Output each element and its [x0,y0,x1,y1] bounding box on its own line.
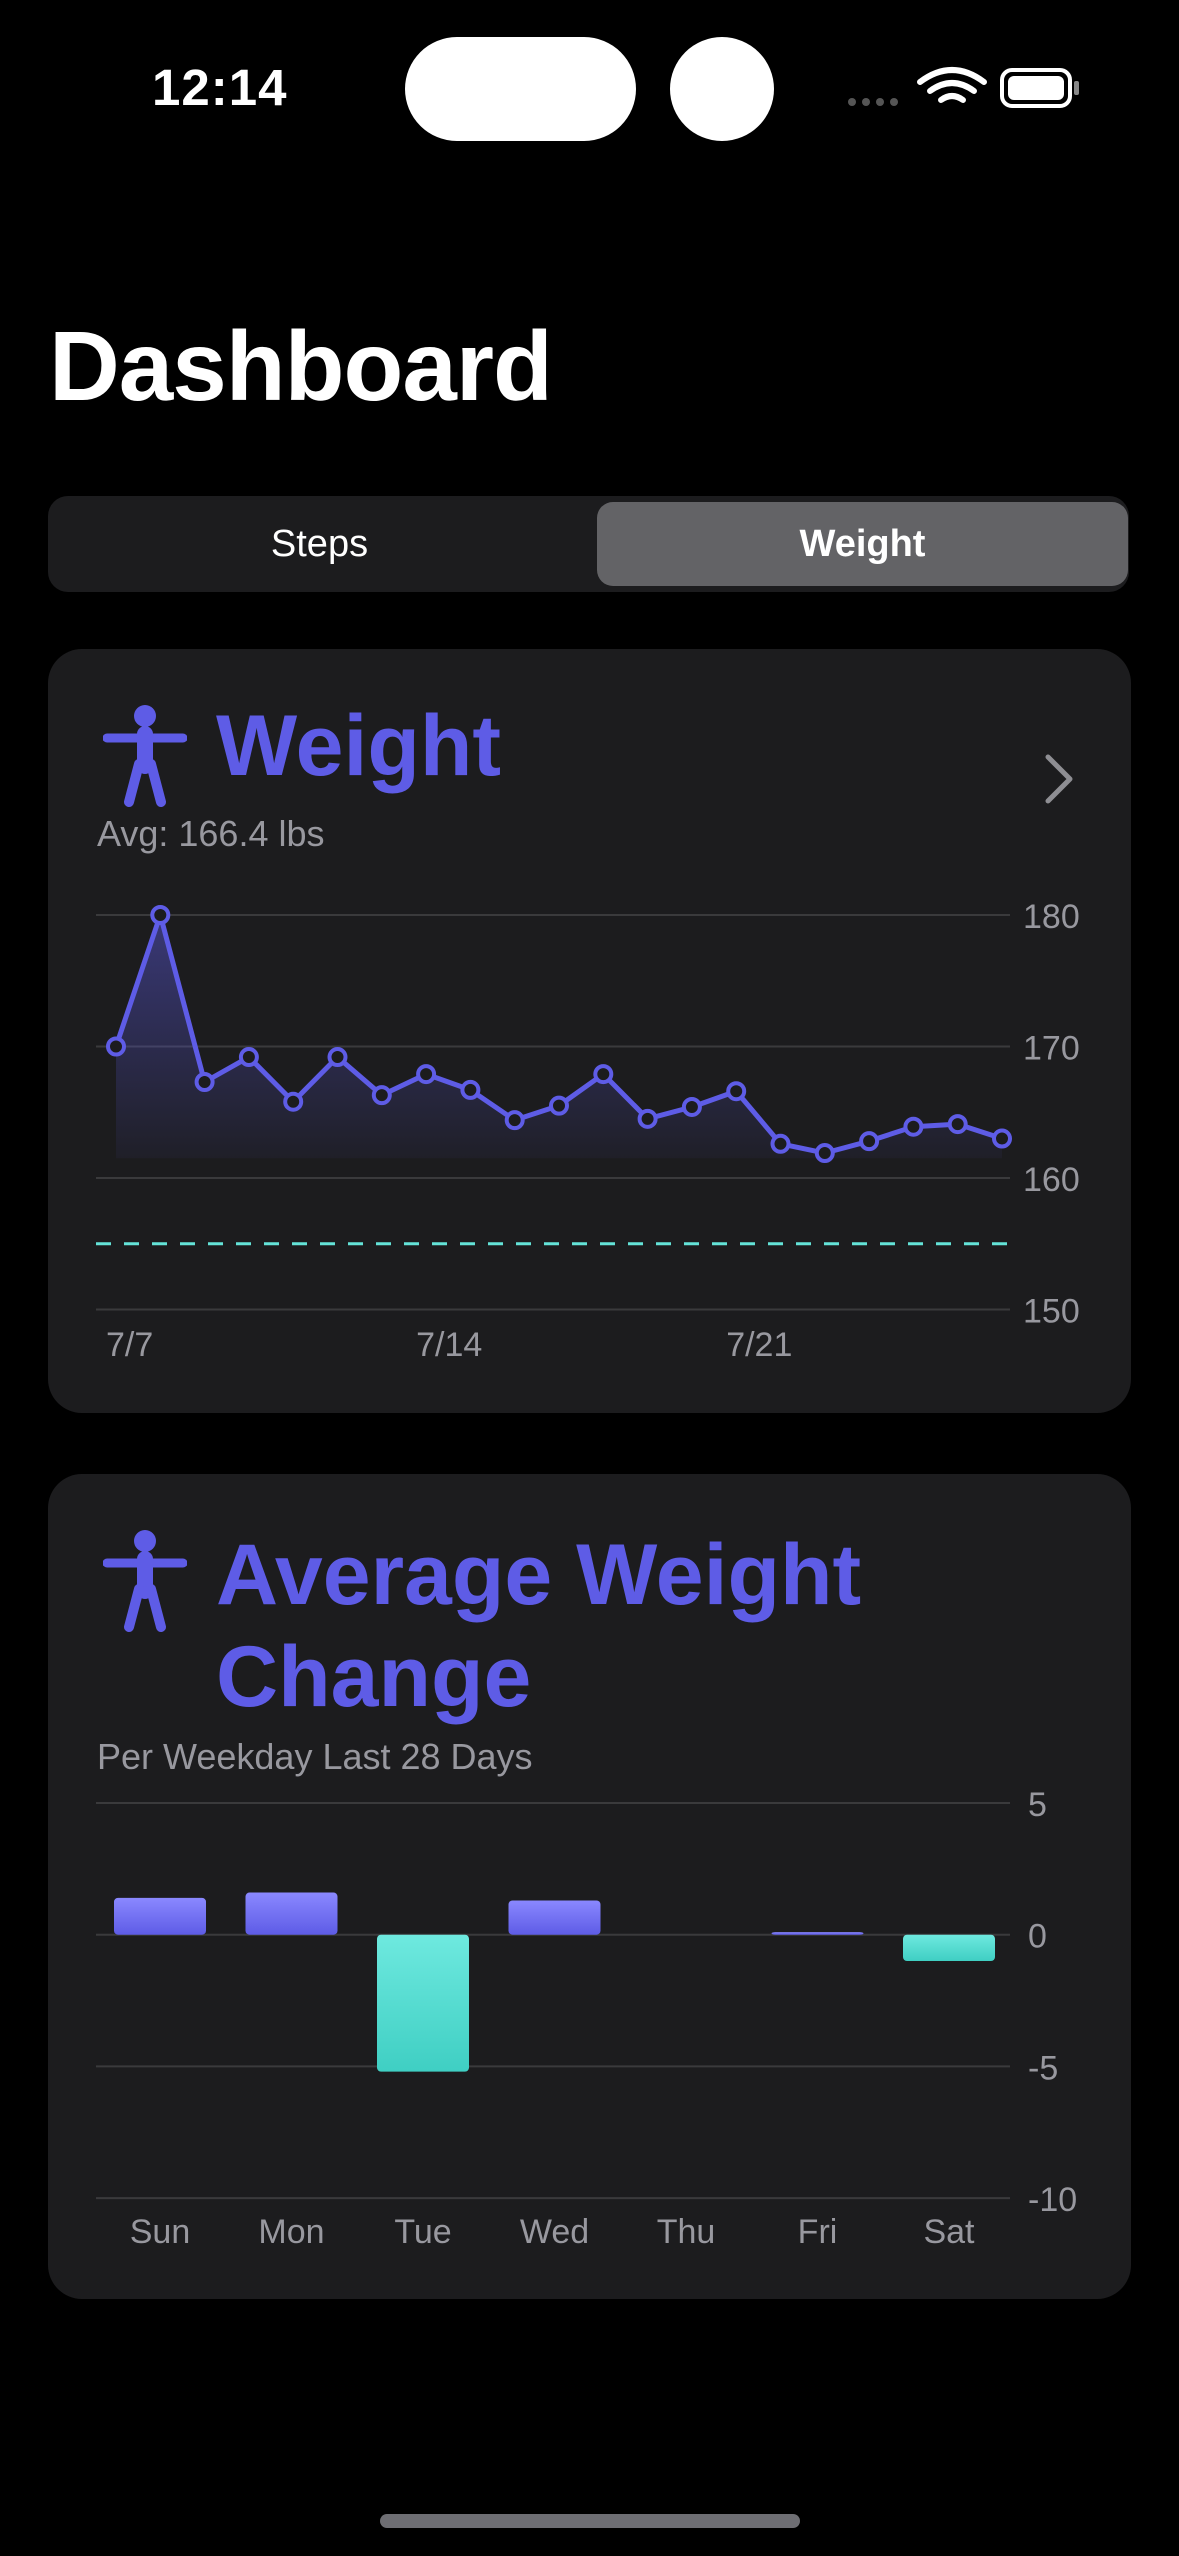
data-point [726,1081,747,1102]
weight-card[interactable]: Weight Avg: 166.4 lbs 150 160 170 180 7/7 7/1… [48,649,1131,1413]
segmented-control: Steps Weight [48,496,1129,592]
average-weight-change-card: Average Weight Change Per Weekday Last 2… [48,1474,1131,2299]
status-icons [848,67,1079,108]
y-tick-label: 160 [1023,1161,1080,1199]
bar [245,1892,338,1935]
dynamic-island [405,37,636,141]
y-tick-label: 150 [1023,1293,1080,1331]
data-point [770,1133,791,1154]
weight-line-chart: 150 160 170 180 7/7 7/14 7/21 [96,898,1080,1364]
data-point [947,1114,968,1135]
page-title: Dashboard [49,311,553,421]
data-point [992,1128,1012,1149]
data-point [150,905,171,925]
x-tick-label: Tue [394,2213,451,2251]
bar [377,1934,469,2072]
data-point [637,1108,658,1129]
status-time: 12:14 [152,59,288,116]
x-tick-label: Fri [798,2213,838,2251]
y-tick-label: 5 [1028,1786,1047,1824]
data-point [903,1116,924,1137]
data-point [681,1096,702,1117]
segment-weight[interactable]: Weight [597,502,1128,586]
x-tick-label: 7/14 [416,1326,482,1364]
data-point [593,1064,614,1085]
x-tick-label: Sun [130,2213,191,2251]
bar [114,1897,206,1935]
data-point [460,1079,481,1100]
bar [508,1900,601,1935]
bar [771,1932,864,1935]
data-point [859,1131,880,1152]
x-tick-label: Mon [258,2213,324,2251]
data-point [416,1064,437,1085]
data-point [504,1110,525,1131]
bar [903,1934,995,1962]
y-tick-label: -5 [1028,2049,1058,2087]
front-camera-island [670,37,774,141]
data-point [371,1085,392,1106]
data-point [814,1143,835,1164]
cellular-signal-icon [848,98,898,106]
y-tick-label: 170 [1023,1030,1080,1068]
x-tick-label: Thu [657,2213,716,2251]
data-point [283,1091,304,1112]
weekday-bar-chart: 5 0 -5 -10 Sun Mon Tue Wed Thu Fri Sat [96,1786,1077,2251]
x-tick-label: 7/7 [106,1326,153,1364]
weight-area [116,915,1002,1159]
data-point [549,1095,569,1116]
home-indicator [380,2514,800,2528]
segment-steps[interactable]: Steps [54,502,585,586]
data-point [327,1047,348,1068]
x-tick-label: Wed [520,2213,589,2251]
x-tick-label: 7/21 [726,1326,792,1364]
y-tick-label: -10 [1028,2181,1077,2219]
wifi-icon [917,67,987,103]
data-point [194,1072,215,1093]
phone-screen: 12:14 Dashboard Steps Weight Weight Avg:… [0,0,1179,2556]
battery-icon [1000,68,1079,108]
x-tick-label: Sat [923,2213,975,2251]
data-point [106,1036,126,1057]
data-point [238,1047,259,1068]
y-tick-label: 0 [1028,1918,1047,1956]
y-tick-label: 180 [1023,898,1080,936]
